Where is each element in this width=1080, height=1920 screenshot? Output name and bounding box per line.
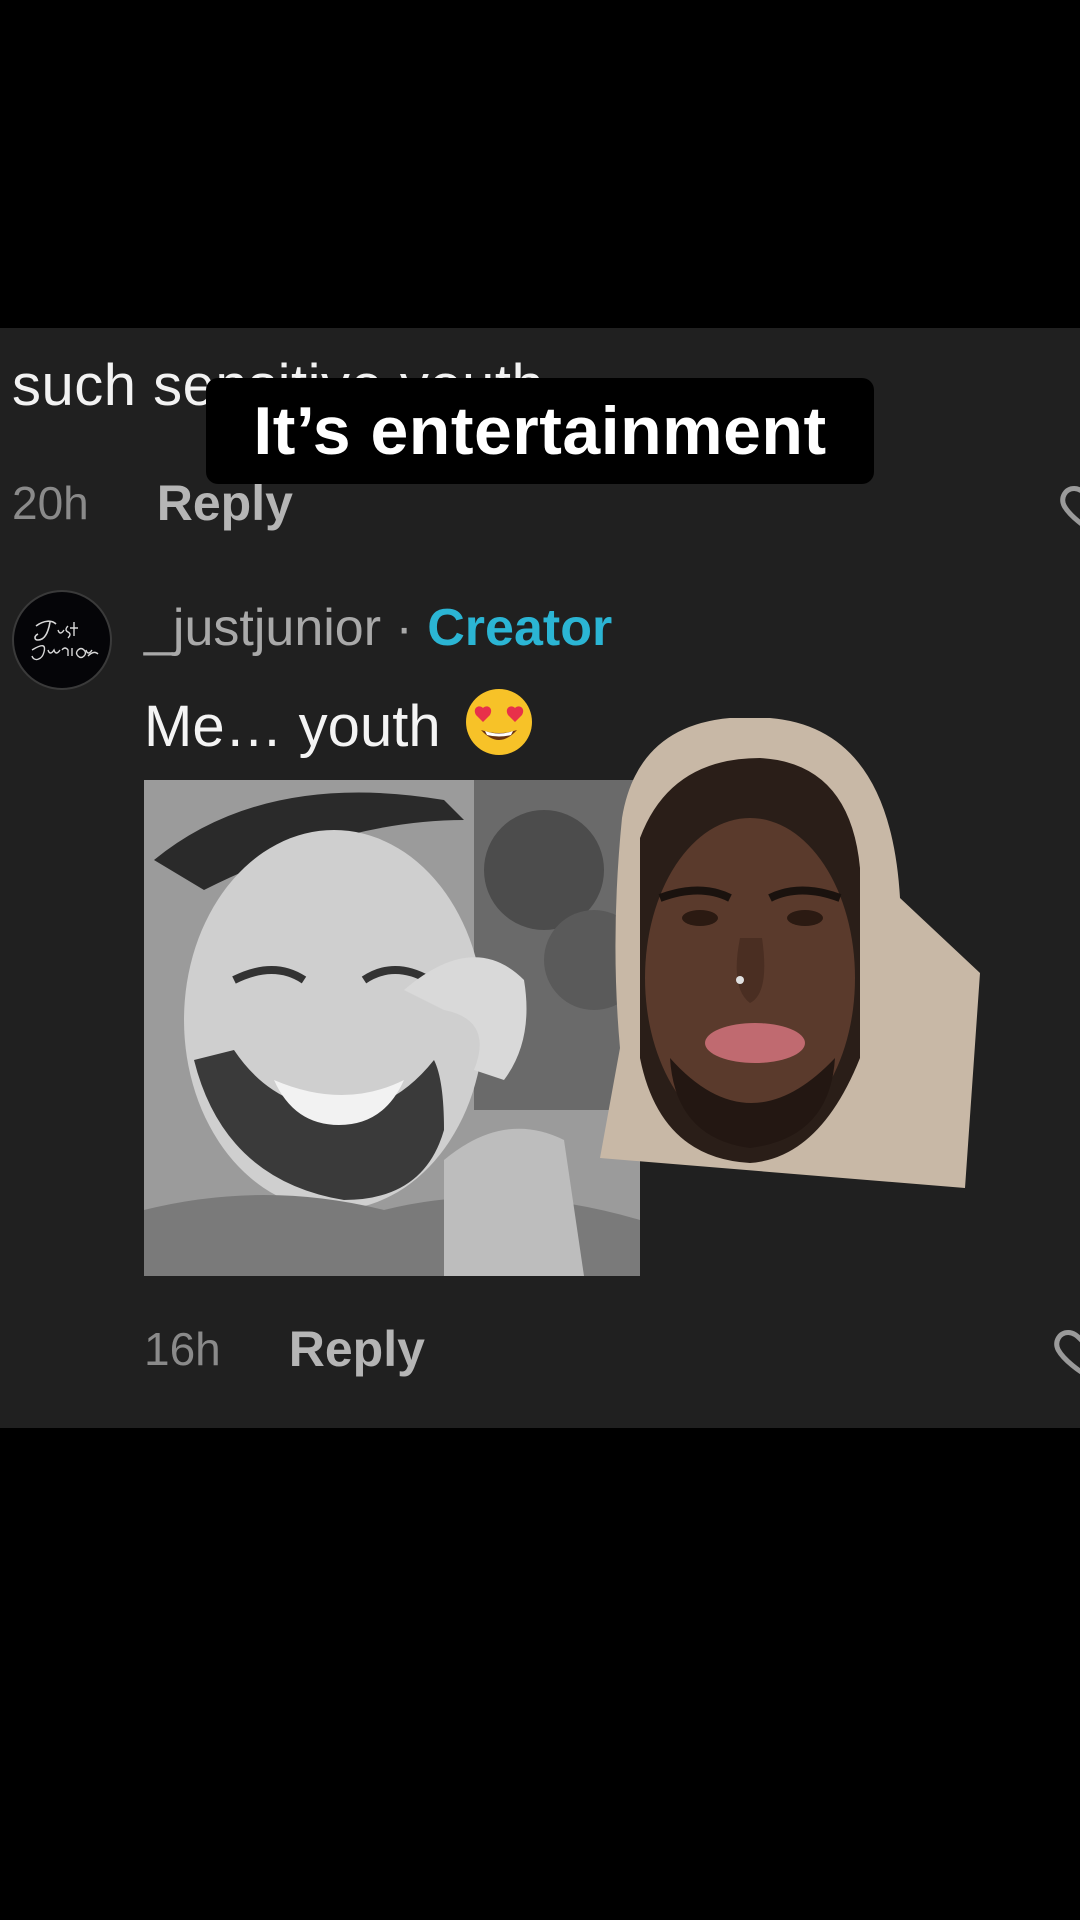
comment-text: Me… youth [144, 694, 441, 759]
photo-illustration [144, 780, 640, 1276]
author-username[interactable]: _justjunior [144, 599, 381, 657]
creator-badge: Creator [427, 599, 613, 657]
comment-author-line: _justjunior · Creator [144, 598, 612, 658]
comment-text-line: Me… youth [144, 686, 535, 760]
video-caption: It’s entertainment [206, 378, 874, 484]
comment-time: 16h [144, 1323, 221, 1375]
comment-meta: 16h Reply [144, 1320, 425, 1378]
comment-like-heart-icon[interactable] [1052, 1320, 1080, 1380]
author-avatar[interactable] [12, 590, 112, 690]
creator-face-cutout [600, 718, 980, 1188]
heart-eyes-emoji-icon [465, 689, 532, 755]
comment-photo-attachment[interactable] [144, 780, 640, 1276]
reply-button[interactable]: Reply [289, 1320, 425, 1378]
previous-comment-time: 20h [12, 477, 89, 529]
just-junior-logo [31, 620, 99, 661]
like-heart-icon[interactable] [1058, 476, 1080, 536]
author-separator: · [381, 599, 428, 657]
